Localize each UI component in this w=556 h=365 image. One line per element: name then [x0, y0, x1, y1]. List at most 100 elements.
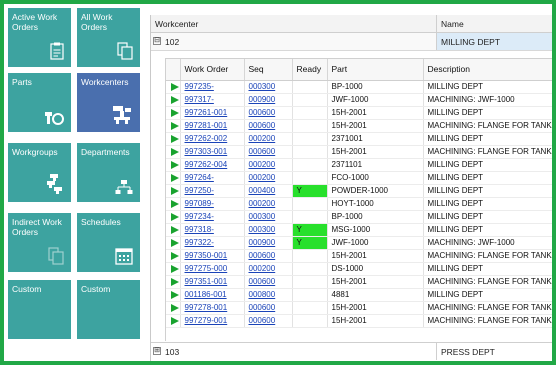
work-order-link[interactable]: 997261-001 [185, 108, 228, 117]
table-row[interactable]: 997261-001 000600 15H-2001 MILLING DEPT [166, 106, 552, 120]
documents-faded-icon [48, 247, 64, 265]
tile-label: Schedules [81, 217, 121, 227]
column-header-workcenter[interactable]: Workcenter [155, 19, 198, 29]
table-row[interactable]: 997317- 000900 JWF-1000 MACHINING: JWF-1000 [166, 93, 552, 107]
cell-ready [292, 314, 328, 328]
seq-link[interactable]: 000900 [249, 238, 276, 247]
expand-icon[interactable]: ⊞ [153, 347, 161, 355]
work-order-link[interactable]: 997089- [185, 199, 214, 208]
table-row[interactable]: 997351-001 000600 15H-2001 MACHINING: FLANG… [166, 275, 552, 289]
seq-link[interactable]: 000200 [249, 160, 276, 169]
seq-link[interactable]: 000600 [249, 121, 276, 130]
table-row[interactable]: 997318- 000300 Y MSG-1000 MILLING DEPT [166, 223, 552, 237]
cell-seq: 000900 [244, 236, 293, 250]
work-order-link[interactable]: 997235- [185, 82, 214, 91]
work-order-link[interactable]: 997303-001 [185, 147, 228, 156]
work-order-link[interactable]: 997250- [185, 186, 214, 195]
tile-label: Indirect Work Orders [12, 217, 62, 237]
column-header-seq[interactable]: Seq [244, 59, 293, 81]
group-workcenter-name: MILLING DEPT [441, 37, 501, 47]
seq-link[interactable]: 000800 [249, 290, 276, 299]
table-row[interactable]: 997303-001 000600 15H-2001 MACHINING: FLANG… [166, 145, 552, 159]
seq-link[interactable]: 000200 [249, 199, 276, 208]
row-arrow-icon [171, 147, 179, 156]
table-row[interactable]: 997279-001 000600 15H-2001 MACHINING: FLANG… [166, 314, 552, 328]
tile-departments[interactable]: Departments [77, 143, 140, 202]
seq-link[interactable]: 000600 [249, 251, 276, 260]
row-arrow-icon [171, 121, 179, 130]
table-row[interactable]: 997089- 000200 HOYT-1000 MILLING DEPT [166, 197, 552, 211]
org-chart-icon [115, 180, 133, 194]
work-order-link[interactable]: 997351-001 [185, 277, 228, 286]
seq-link[interactable]: 000300 [249, 212, 276, 221]
navigation-tiles: Active Work Orders All Work Orders Parts [4, 4, 146, 361]
table-row[interactable]: 001186-001 000800 4881 MILLING DEPT [166, 288, 552, 302]
table-row[interactable]: 997275-000 000200 DS-1000 MILLING DEPT [166, 262, 552, 276]
row-arrow-icon [171, 303, 179, 312]
work-order-link[interactable]: 997279-001 [185, 316, 228, 325]
cell-seq: 000200 [244, 158, 293, 172]
work-order-link[interactable]: 997322- [185, 238, 214, 247]
row-arrow-icon [171, 290, 179, 299]
collapse-icon[interactable]: ⊟ [153, 37, 161, 45]
seq-link[interactable]: 000300 [249, 82, 276, 91]
group-row-102[interactable]: ⊟ 102 MILLING DEPT [151, 33, 552, 51]
seq-link[interactable]: 000200 [249, 134, 276, 143]
seq-link[interactable]: 000300 [249, 225, 276, 234]
cell-work-order: 997278-001 [180, 301, 245, 315]
row-arrow-icon [171, 173, 179, 182]
work-order-link[interactable]: 997318- [185, 225, 214, 234]
work-order-link[interactable]: 997264- [185, 173, 214, 182]
tile-custom-2[interactable]: Custom [77, 280, 140, 339]
cell-ready [292, 197, 328, 211]
cell-part: 15H-2001 [327, 145, 424, 159]
table-row[interactable]: 997262-004 000200 2371101 MILLING DEPT [166, 158, 552, 172]
column-header-part[interactable]: Part [327, 59, 424, 81]
work-order-link[interactable]: 997262-002 [185, 134, 228, 143]
work-order-link[interactable]: 997350-001 [185, 251, 228, 260]
seq-link[interactable]: 000600 [249, 108, 276, 117]
work-order-link[interactable]: 997275-000 [185, 264, 228, 273]
tile-workgroups[interactable]: Workgroups [8, 143, 71, 202]
tile-schedules[interactable]: Schedules [77, 213, 140, 272]
work-order-link[interactable]: 997278-001 [185, 303, 228, 312]
tile-workcenters[interactable]: Workcenters [77, 73, 140, 132]
cell-description: MACHINING: JWF-1000 [423, 93, 552, 107]
column-header-name[interactable]: Name [441, 19, 464, 29]
tile-indirect-work-orders[interactable]: Indirect Work Orders [8, 213, 71, 272]
table-row[interactable]: 997262-002 000200 2371001 MILLING DEPT [166, 132, 552, 146]
seq-link[interactable]: 000200 [249, 173, 276, 182]
table-row[interactable]: 997350-001 000600 15H-2001 MACHINING: FLANG… [166, 249, 552, 263]
seq-link[interactable]: 000600 [249, 316, 276, 325]
seq-link[interactable]: 000400 [249, 186, 276, 195]
row-indicator [166, 80, 181, 94]
group-row-103[interactable]: ⊞ 103 PRESS DEPT [151, 342, 552, 360]
work-order-link[interactable]: 997281-001 [185, 121, 228, 130]
column-header-description[interactable]: Description [423, 59, 552, 81]
seq-link[interactable]: 000600 [249, 277, 276, 286]
table-row[interactable]: 997250- 000400 Y POWDER-1000 MILLING DEPT [166, 184, 552, 198]
table-row[interactable]: 997322- 000900 Y JWF-1000 MACHINING: JWF-100… [166, 236, 552, 250]
seq-link[interactable]: 000200 [249, 264, 276, 273]
work-order-link[interactable]: 997262-004 [185, 160, 228, 169]
seq-link[interactable]: 000600 [249, 303, 276, 312]
tile-active-work-orders[interactable]: Active Work Orders [8, 8, 71, 67]
table-row[interactable]: 997235- 000300 BP-1000 MILLING DEPT [166, 80, 552, 94]
table-row[interactable]: 997278-001 000600 15H-2001 MACHINING: FLANG… [166, 301, 552, 315]
column-header-work-order[interactable]: Work Order [180, 59, 245, 81]
table-row[interactable]: 997281-001 000600 15H-2001 MACHINING: FLANG… [166, 119, 552, 133]
work-order-link[interactable]: 001186-001 [185, 290, 227, 299]
cell-description: MACHINING: FLANGE FOR TANK [423, 275, 552, 289]
work-order-link[interactable]: 997317- [185, 95, 214, 104]
documents-icon [117, 42, 133, 60]
seq-link[interactable]: 000600 [249, 147, 276, 156]
tile-parts[interactable]: Parts [8, 73, 71, 132]
column-header-ready[interactable]: Ready [292, 59, 328, 81]
tile-custom-1[interactable]: Custom [8, 280, 71, 339]
table-row[interactable]: 997234- 000300 BP-1000 MILLING DEPT [166, 210, 552, 224]
tile-all-work-orders[interactable]: All Work Orders [77, 8, 140, 67]
work-order-link[interactable]: 997234- [185, 212, 214, 221]
seq-link[interactable]: 000900 [249, 95, 276, 104]
table-row[interactable]: 997264- 000200 FCO-1000 MILLING DEPT [166, 171, 552, 185]
cell-seq: 000600 [244, 314, 293, 328]
